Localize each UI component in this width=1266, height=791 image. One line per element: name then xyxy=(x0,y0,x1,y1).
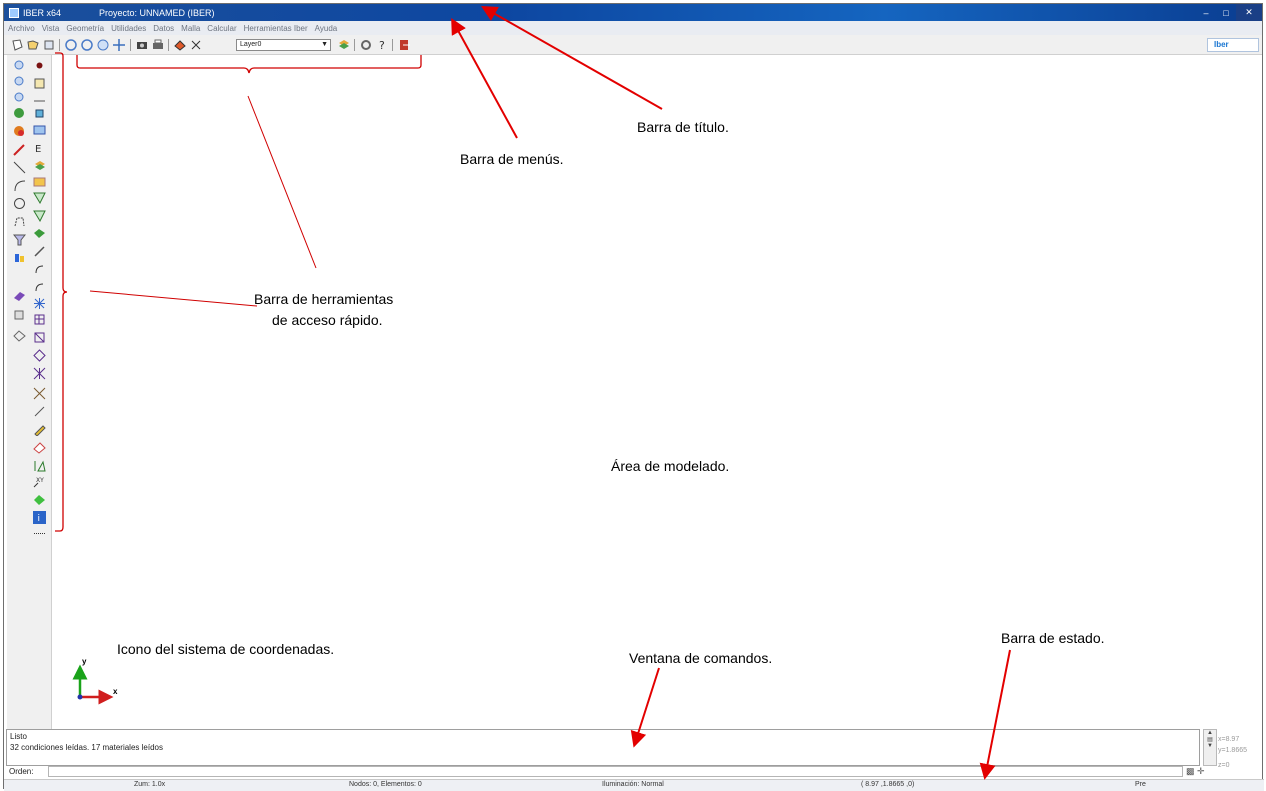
left-toolbar-bracket xyxy=(55,52,68,532)
status-bar-arrow xyxy=(979,649,1011,780)
annotation-command-window: Ventana de comandos. xyxy=(629,650,773,666)
title-bar-arrow xyxy=(481,6,663,110)
menu-bar-arrow xyxy=(451,17,518,139)
annotation-quick-access-2: de acceso rápido. xyxy=(272,312,383,328)
toolbar-bracket xyxy=(76,55,422,74)
annotation-overlay: y x xyxy=(55,6,1011,780)
left-bracket-leader xyxy=(89,290,258,307)
toolbar-bracket-leader xyxy=(247,95,317,269)
annotation-status-bar: Barra de estado. xyxy=(1001,630,1105,646)
axis-x-label: x xyxy=(113,687,118,696)
command-window-arrow xyxy=(630,667,660,748)
axis-origin xyxy=(77,694,83,700)
annotation-menu-bar: Barra de menús. xyxy=(460,151,564,167)
annotation-title-bar: Barra de título. xyxy=(637,119,729,135)
annotation-coord-icon: Icono del sistema de coordenadas. xyxy=(117,641,335,657)
axis-y-label: y xyxy=(82,657,87,666)
annotation-modeling-area: Área de modelado. xyxy=(611,458,730,474)
annotation-quick-access-1: Barra de herramientas xyxy=(254,291,394,307)
